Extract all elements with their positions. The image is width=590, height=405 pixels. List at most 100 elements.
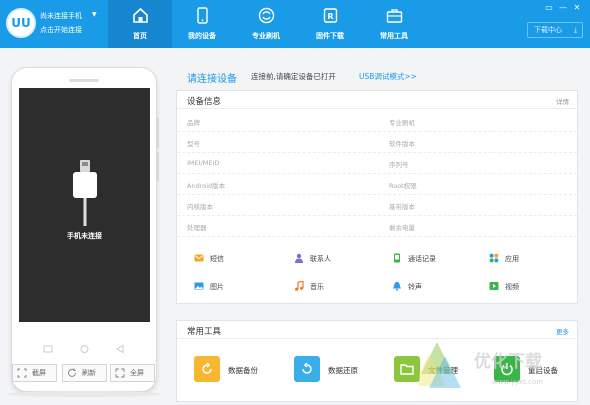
info-label-android-version: Android版本 — [187, 182, 226, 190]
shortcut-video[interactable]: 视频 — [489, 280, 569, 294]
minimize-icon[interactable]: — — [556, 3, 570, 12]
home-icon — [133, 7, 148, 23]
info-row: Android版本 Root权限 — [177, 174, 577, 195]
usb-cable-icon — [73, 160, 97, 226]
tab-common-tools[interactable]: 常用工具 — [362, 0, 426, 48]
tab-firmware-download[interactable]: R 固件下载 — [298, 0, 362, 48]
fullscreen-button[interactable]: 全屏 — [110, 364, 155, 382]
shortcut-music-label: 音乐 — [310, 283, 324, 291]
watermark-text: 优化下载 — [474, 352, 542, 372]
connect-prompt[interactable]: 点击开始连接 — [40, 25, 82, 35]
connect-device-title: 请连接设备 — [187, 74, 237, 85]
tab-home[interactable]: 首页 — [108, 0, 172, 48]
restore-icon[interactable]: ▭ — [542, 3, 556, 12]
shortcut-call-log-label: 通话记录 — [408, 255, 436, 263]
screenshot-button[interactable]: 截屏 — [12, 364, 57, 382]
restore-tile — [294, 356, 320, 382]
shortcut-pictures[interactable]: 图片 — [194, 280, 274, 294]
shortcut-ringtones[interactable]: 铃声 — [392, 280, 472, 294]
phone-not-connected-label: 手机未连接 — [67, 232, 102, 240]
download-center-button[interactable]: 下载中心 ⤓ — [527, 22, 583, 38]
phone-preview-panel: 手机未连接 截屏 刷新 全屏 — [0, 48, 170, 405]
shortcut-video-label: 视频 — [505, 283, 519, 291]
info-row: 处理器 剩余电量 — [177, 216, 577, 237]
download-center-label: 下载中心 — [534, 26, 562, 34]
info-label-imei: IMEI/MEID — [187, 159, 220, 167]
restore-icon — [302, 362, 312, 374]
download-icon: ⤓ — [573, 26, 577, 34]
tab-my-device-label: 我的设备 — [188, 32, 216, 40]
phone-home-buttons — [43, 344, 124, 354]
connection-status[interactable]: 尚未连接手机 — [40, 11, 82, 21]
shortcut-apps[interactable]: 应用 — [489, 252, 569, 266]
fullscreen-label: 全屏 — [130, 369, 144, 377]
device-info-header: 设备信息 详情 — [177, 91, 577, 109]
picture-icon — [194, 282, 204, 290]
info-row: 品牌 专业刷机 — [177, 111, 577, 132]
uu-logo[interactable]: UU — [6, 8, 36, 38]
tool-data-backup[interactable]: 数据备份 — [194, 356, 294, 386]
tool-data-restore-label: 数据还原 — [328, 366, 358, 375]
sms-icon — [194, 254, 204, 262]
backup-icon — [202, 362, 212, 374]
refresh-circle-icon — [258, 7, 275, 24]
tab-my-device[interactable]: 我的设备 — [170, 0, 234, 48]
shortcut-contacts-label: 联系人 — [310, 255, 331, 263]
folder-icon — [400, 364, 414, 375]
usb-debug-link[interactable]: USB调试模式>> — [359, 71, 417, 82]
info-label-serial: 序列号 — [389, 161, 409, 169]
shortcut-contacts[interactable]: 联系人 — [294, 252, 374, 266]
shortcut-call-log[interactable]: 通话记录 — [392, 252, 472, 266]
logo-text: UU — [11, 16, 31, 30]
fullscreen-icon — [115, 368, 125, 378]
toolbox-icon — [386, 9, 403, 23]
video-icon — [489, 282, 499, 290]
shortcut-apps-label: 应用 — [505, 255, 519, 263]
phone-icon — [197, 7, 208, 24]
tool-data-restore[interactable]: 数据还原 — [294, 356, 394, 386]
tab-pro-flash-label: 专业刷机 — [252, 32, 280, 40]
watermark-url: www.yyxt.com — [492, 378, 544, 386]
info-label-model: 型号 — [187, 140, 200, 148]
refresh-button[interactable]: 刷新 — [62, 364, 107, 382]
info-label-root: Root权限 — [389, 182, 417, 190]
phone-speaker — [69, 79, 99, 82]
call-log-icon — [394, 253, 400, 263]
info-row: 内核版本 基带版本 — [177, 195, 577, 216]
shortcut-sms-label: 短信 — [210, 255, 224, 263]
tab-common-tools-label: 常用工具 — [380, 32, 408, 40]
tab-home-label: 首页 — [133, 32, 147, 40]
tab-firmware-download-label: 固件下载 — [316, 32, 344, 40]
info-label-battery: 剩余电量 — [389, 224, 415, 232]
status-dropdown-icon[interactable]: ▼ — [92, 11, 97, 18]
window-controls: ▭ — ✕ — [542, 3, 584, 12]
refresh-label: 刷新 — [82, 369, 96, 377]
device-info-details-link[interactable]: 详情 — [556, 96, 569, 106]
info-row: 型号 软件版本 — [177, 132, 577, 153]
top-bar: UU 尚未连接手机 ▼ 点击开始连接 首页 我的设备 专业刷机 R 固件下载 常… — [0, 0, 590, 48]
tab-pro-flash[interactable]: 专业刷机 — [234, 0, 298, 48]
common-tools-title: 常用工具 — [187, 327, 222, 337]
shortcut-sms[interactable]: 短信 — [194, 252, 274, 266]
refresh-icon — [68, 368, 76, 377]
contacts-icon — [295, 253, 303, 263]
phone-screen: 手机未连接 — [19, 88, 150, 322]
svg-text:R: R — [327, 12, 333, 21]
connect-hint: 连接前,请确定设备已打开 — [251, 72, 336, 81]
shortcut-pictures-label: 图片 — [210, 283, 224, 291]
close-icon[interactable]: ✕ — [570, 3, 584, 12]
screenshot-icon — [17, 368, 27, 378]
shortcut-ringtones-label: 铃声 — [408, 283, 422, 291]
info-label-brand: 品牌 — [187, 119, 200, 127]
phone-shadow — [8, 391, 160, 397]
backup-tile — [194, 356, 220, 382]
music-icon — [295, 281, 304, 291]
info-label-baseband: 基带版本 — [389, 203, 415, 211]
folder-tile — [394, 356, 420, 382]
tool-data-backup-label: 数据备份 — [228, 366, 258, 375]
shortcut-music[interactable]: 音乐 — [294, 280, 374, 294]
apps-icon — [489, 253, 499, 263]
info-label-processor: 处理器 — [187, 224, 207, 232]
info-label-software-version: 软件版本 — [389, 140, 415, 148]
phone-mockup: 手机未连接 — [11, 67, 157, 392]
